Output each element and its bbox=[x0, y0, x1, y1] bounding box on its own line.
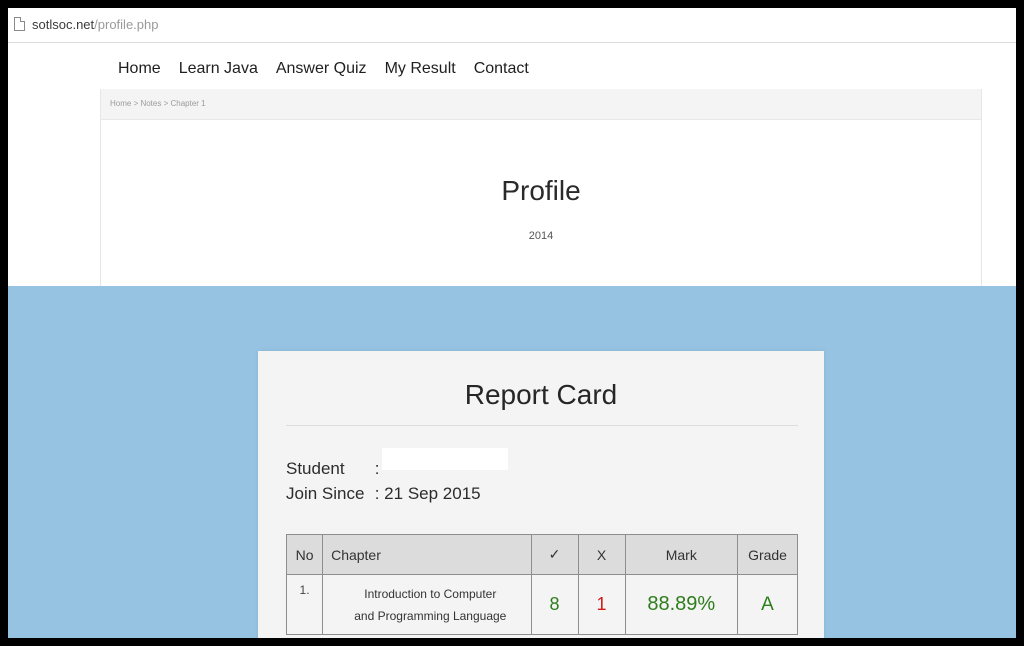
join-value: : 21 Sep 2015 bbox=[374, 484, 481, 503]
url-domain: sotlsoc.net bbox=[32, 17, 95, 32]
row-wrong: 1 bbox=[577, 574, 626, 635]
chapter-line-1: Introduction to Computer bbox=[364, 586, 497, 601]
student-label: Student bbox=[286, 459, 345, 478]
cross-icon: X bbox=[577, 534, 626, 575]
nav-answer-quiz[interactable]: Answer Quiz bbox=[276, 60, 367, 78]
student-row: Student : bbox=[286, 459, 379, 479]
redacted-student-name bbox=[382, 448, 508, 470]
results-table: No Chapter ✓ X Mark Grade 1. Introductio… bbox=[285, 534, 798, 635]
check-icon: ✓ bbox=[530, 534, 579, 575]
row-mark: 88.89% bbox=[624, 574, 739, 635]
header-grade: Grade bbox=[737, 534, 798, 575]
browser-window: sotlsoc.net/profile.php Home Learn Java … bbox=[8, 8, 1016, 638]
join-label: Join Since bbox=[286, 484, 365, 503]
url-text[interactable]: sotlsoc.net/profile.php bbox=[32, 17, 158, 32]
table-row: 1. Introduction to Computer and Programm… bbox=[285, 574, 798, 635]
header-no: No bbox=[285, 534, 324, 575]
nav-learn-java[interactable]: Learn Java bbox=[179, 60, 258, 78]
main-nav: Home Learn Java Answer Quiz My Result Co… bbox=[118, 60, 529, 78]
header-chapter: Chapter bbox=[322, 534, 532, 575]
nav-contact[interactable]: Contact bbox=[474, 60, 529, 78]
url-path: /profile.php bbox=[94, 17, 159, 32]
nav-my-result[interactable]: My Result bbox=[385, 60, 456, 78]
chapter-line-2: and Programming Language bbox=[354, 608, 507, 623]
row-chapter: Introduction to Computer and Programming… bbox=[322, 574, 532, 635]
join-row: Join Since : 21 Sep 2015 bbox=[286, 484, 481, 504]
header-mark: Mark bbox=[624, 534, 739, 575]
breadcrumb[interactable]: Home > Notes > Chapter 1 bbox=[110, 99, 206, 108]
profile-header-box: Home > Notes > Chapter 1 Profile 2014 bbox=[100, 89, 982, 286]
nav-home[interactable]: Home bbox=[118, 60, 161, 78]
student-separator: : bbox=[374, 459, 380, 478]
row-no: 1. bbox=[285, 574, 324, 635]
report-card-title: Report Card bbox=[464, 379, 618, 410]
page-icon bbox=[14, 17, 25, 31]
table-header-row: No Chapter ✓ X Mark Grade bbox=[285, 534, 798, 575]
row-correct: 8 bbox=[530, 574, 579, 635]
breadcrumb-bar: Home > Notes > Chapter 1 bbox=[101, 89, 981, 120]
divider bbox=[286, 425, 798, 426]
page-title: Profile bbox=[501, 175, 581, 206]
row-grade: A bbox=[737, 574, 798, 635]
page-subtitle: 2014 bbox=[528, 230, 554, 242]
address-bar[interactable]: sotlsoc.net/profile.php bbox=[8, 8, 1016, 43]
report-card: Report Card Student : Join Since : 21 Se… bbox=[258, 351, 824, 638]
